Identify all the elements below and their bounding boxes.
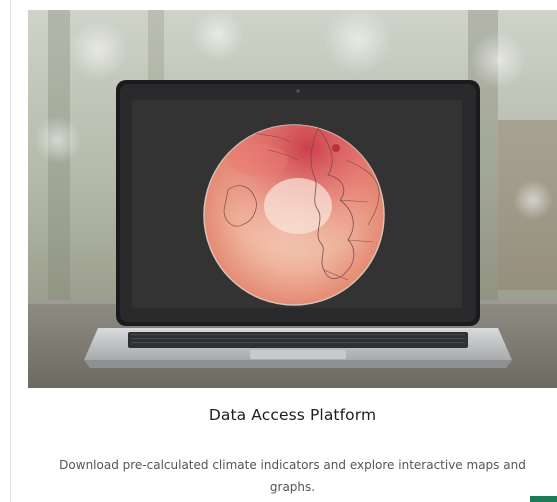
hero-image — [28, 10, 557, 388]
data-access-platform-card[interactable]: Data Access Platform Download pre-calcul… — [28, 10, 557, 502]
card-description: Download pre-calculated climate indicato… — [59, 458, 526, 494]
left-divider — [10, 0, 11, 502]
page: Data Access Platform Download pre-calcul… — [0, 0, 557, 502]
card-title[interactable]: Data Access Platform — [28, 406, 557, 424]
corner-accent — [530, 496, 557, 502]
